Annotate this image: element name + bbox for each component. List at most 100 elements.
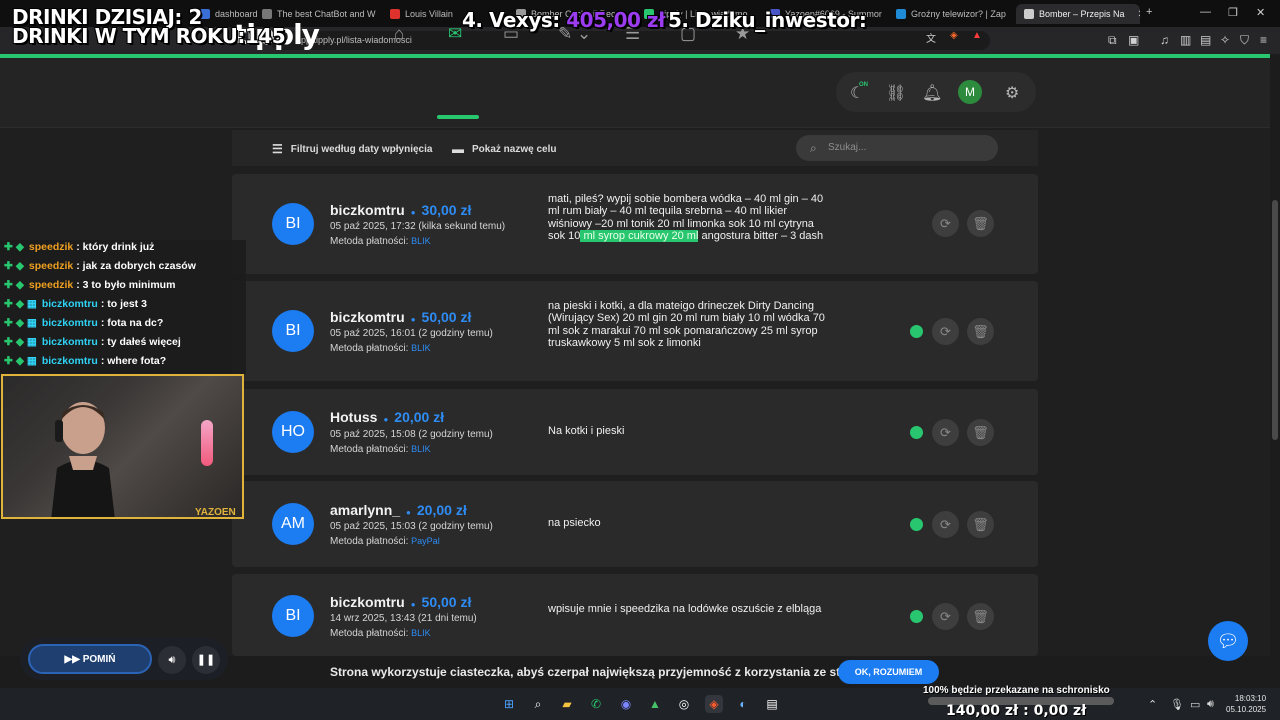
whatsapp-icon[interactable]: ✆ [587,695,605,713]
separator-dot: ● [410,208,416,217]
chat-message: ✚ ◆ ▦ biczkomtru: ty dałeś więcej [4,336,181,348]
payment-method: Metoda płatności: BLIK [330,444,431,455]
brave-shield-icon[interactable]: ◈ [950,30,958,41]
volume-tray-icon[interactable]: 🔊︎ [1207,698,1214,711]
replay-button[interactable]: ⟳ [932,511,959,538]
brave-rewards-icon[interactable]: ▲ [972,30,982,41]
chat-badge-icon: ▦ [26,336,37,348]
home-icon[interactable]: ⌂ [394,24,404,44]
chat-badge-icon: ◆ [15,298,24,310]
scrollbar-thumb[interactable] [1272,200,1278,440]
obs-icon[interactable]: ◎ [675,695,693,713]
donation-date: 05 paź 2025, 16:01 (2 godziny temu) [330,328,493,339]
delete-button[interactable]: 🗑︎ [967,511,994,538]
file-explorer-icon[interactable]: ▰ [558,695,576,713]
donation-date: 14 wrz 2025, 13:43 (21 dni temu) [330,613,477,624]
discord-icon[interactable]: ◉ [617,695,635,713]
search-input[interactable]: Szukaj... [796,135,998,161]
tab-favicon-icon [896,9,906,19]
replay-button[interactable]: ⟳ [932,419,959,446]
music-icon[interactable]: ♫ [1160,33,1169,47]
system-clock[interactable]: 18:03:10 05.10.2025 [1226,693,1266,715]
tab-favicon-icon [390,9,400,19]
translate-icon[interactable]: 文 [926,30,936,45]
goal-description: 100% będzie przekazane na schronisko [923,685,1110,696]
chat-badge-icon: ✚ [4,241,13,253]
cookie-accept-button[interactable]: OK, ROZUMIEM [838,660,939,684]
lava-lamp [201,420,213,466]
delete-button[interactable]: 🗑︎ [967,603,994,630]
wallet-icon[interactable]: ▤ [1200,33,1211,47]
new-tab-icon[interactable]: + [1146,6,1152,18]
drinks-year-counter: DRINKI W TYM ROKU:145 [12,24,286,48]
volume-button[interactable]: 🔊︎ [158,646,186,674]
chat-message: ✚ ◆ speedzik: jak za dobrych czasów [4,260,196,272]
chat-badge-icon: ✚ [4,336,13,348]
microphone-icon[interactable]: 🎙︎ [1170,698,1184,711]
message-card: BI biczkomtru ● 50,00 zł 05 paź 2025, 16:0… [232,281,1038,381]
browser-tab-active[interactable]: Bomber – Przepis Na✕ [1016,4,1140,24]
extensions-icon[interactable]: ⧉ [1108,33,1117,48]
replay-button[interactable]: ⟳ [932,210,959,237]
notepad-icon[interactable]: ▤ [763,695,781,713]
show-goal-toggle[interactable]: ▬ Pokaż nazwę celu [452,142,556,156]
goal-values: 140,00 zł : 0,00 zł [946,703,1087,719]
skip-button[interactable]: ▶▶ POMIŃ [28,644,152,674]
top-donor-4: 4. Vexys: 405,00 zł [462,8,665,32]
cookie-text: Strona wykorzystuje ciasteczka, abyś cze… [330,665,871,679]
messages-icon[interactable]: ✉ [448,24,462,44]
donation-amount: 20,00 zł [416,502,467,518]
tray-chevron-icon[interactable]: ⌃ [1148,698,1157,711]
link-icon[interactable]: ⛓ [886,83,906,103]
donor-name: amarlynn_ [330,502,401,518]
separator-dot: ● [406,508,411,517]
replay-button[interactable]: ⟳ [932,603,959,630]
chat-badge-icon: ◆ [15,336,24,348]
gear-icon[interactable]: ⚙ [1005,83,1019,103]
vpn-icon[interactable]: ⛉ [1240,33,1249,48]
active-nav-indicator [437,115,479,119]
delete-button[interactable]: 🗑︎ [967,210,994,237]
close-tab-icon[interactable]: ✕ [1138,9,1140,20]
replay-button[interactable]: ⟳ [932,318,959,345]
donation-amount: 30,00 zł [421,202,472,218]
donation-message: na psiecko [548,517,601,529]
screen: dashboard The best ChatBot and Wid Louis… [0,0,1280,720]
network-icon[interactable]: ▭ [1190,698,1200,711]
pause-button[interactable]: ❚❚ [192,646,220,674]
sidebar-icon[interactable]: ▥ [1180,33,1191,47]
browser-tab[interactable]: Groźny telewizor? | Zapyta [896,4,1006,24]
brave-taskbar-icon[interactable]: ◈ [705,695,723,713]
donor-name: biczkomtru [330,309,405,325]
menu-icon[interactable]: ≡ [1260,33,1267,47]
read-status-dot [910,518,923,531]
donor-line: Hotuss ● 20,00 zł [330,409,444,425]
ai-icon[interactable]: ✧ [1220,33,1230,47]
message-card: AM amarlynn_ ● 20,00 zł 05 paź 2025, 15:03… [232,481,1038,567]
chat-message: ✚ ◆ ▦ biczkomtru: where fota? [4,355,167,367]
steam-icon[interactable]: ◐ [734,695,752,713]
top-donor-5: 5. Dziku_inwestor: [668,8,867,32]
minimize-icon[interactable]: — [1200,6,1211,18]
selected-text: ml syrop cukrowy 20 ml [580,229,699,242]
delete-button[interactable]: 🗑︎ [967,419,994,446]
donor-line: biczkomtru ● 50,00 zł [330,594,471,610]
close-window-icon[interactable]: ✕ [1256,6,1265,19]
donation-amount: 50,00 zł [421,594,472,610]
maximize-icon[interactable]: ❐ [1228,6,1238,19]
app-icon[interactable]: ▲ [646,695,664,713]
search-taskbar-icon[interactable]: ⌕ [529,695,547,713]
skip-icon: ▶▶ [64,654,80,665]
donation-date: 05 paź 2025, 15:08 (2 godziny temu) [330,429,493,440]
filter-date-button[interactable]: ☰ Filtruj według daty wpłynięcia [272,142,432,156]
message-card: BI biczkomtru ● 30,00 zł 05 paź 2025, 17:3… [232,174,1038,274]
delete-button[interactable]: 🗑︎ [967,318,994,345]
start-icon[interactable]: ⊞ [500,695,518,713]
screenshot-icon[interactable]: ▣ [1128,33,1139,47]
chat-support-icon[interactable]: 💬︎ [1208,621,1248,661]
bell-icon[interactable]: 🔔︎ [922,83,942,103]
chat-message: ✚ ◆ ▦ biczkomtru: fota na dc? [4,317,164,329]
donation-message: Na kotki i pieski [548,425,625,437]
donor-name: biczkomtru [330,594,405,610]
user-avatar[interactable]: M [958,80,982,104]
